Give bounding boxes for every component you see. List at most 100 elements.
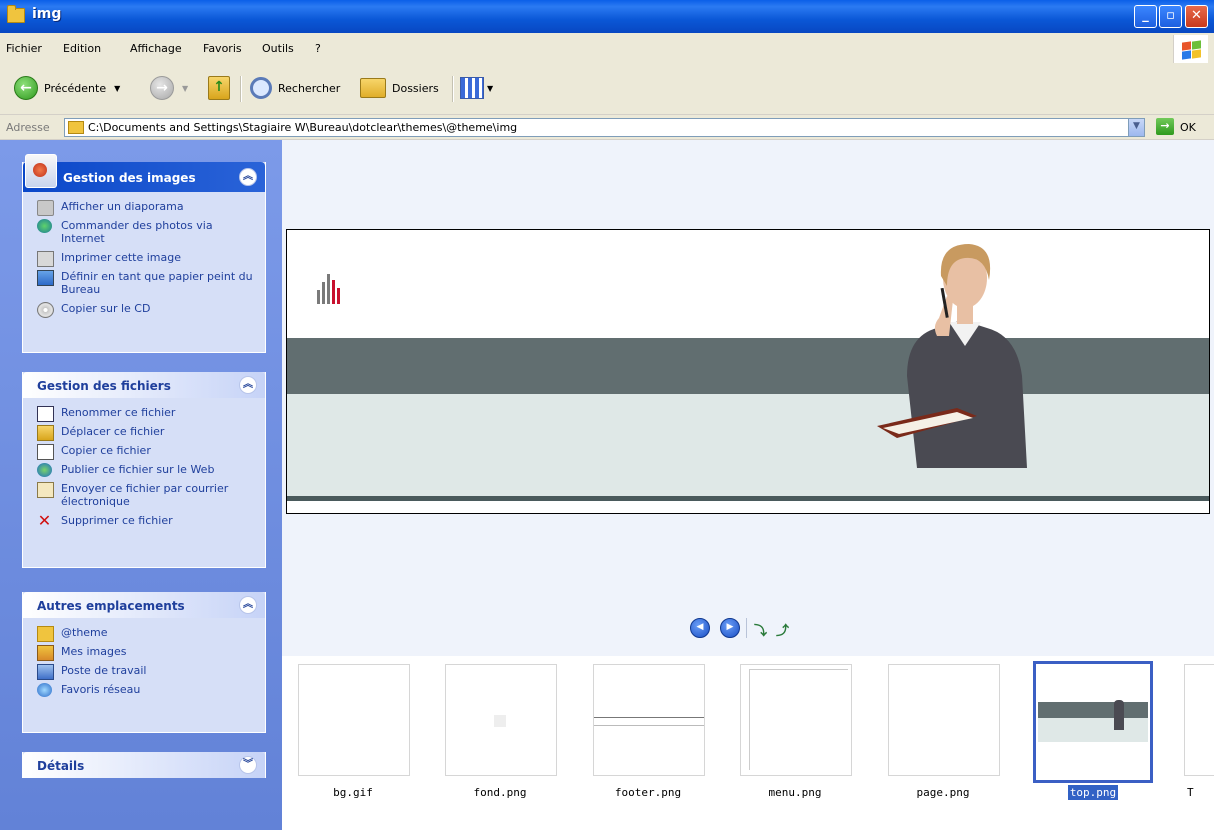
thumbnail-bg-gif[interactable] xyxy=(298,664,410,776)
folders-button[interactable]: Dossiers xyxy=(360,74,439,102)
place-label: @theme xyxy=(61,626,108,639)
toolbar-separator xyxy=(452,76,454,102)
expand-chevron-icon[interactable]: ︾ xyxy=(239,756,257,774)
thumbnail-content xyxy=(749,669,848,770)
site-logo-icon xyxy=(317,268,345,304)
menu-help[interactable]: ? xyxy=(315,42,321,55)
task-label: Déplacer ce fichier xyxy=(61,425,165,438)
task-move[interactable]: Déplacer ce fichier xyxy=(37,425,253,441)
views-button[interactable]: ▼ xyxy=(460,74,493,102)
menu-affichage[interactable]: Affichage xyxy=(130,42,182,55)
image-preview xyxy=(286,229,1210,514)
menu-fichier[interactable]: Fichier xyxy=(6,42,42,55)
collapse-chevron-icon[interactable]: ︽ xyxy=(239,168,257,186)
thumbnail-footer-png[interactable] xyxy=(593,664,705,776)
place-my-computer[interactable]: Poste de travail xyxy=(37,664,253,680)
thumbnail-menu-png[interactable] xyxy=(740,664,852,776)
windows-logo-icon xyxy=(1173,35,1208,63)
move-folder-icon xyxy=(37,425,54,441)
task-copy-cd[interactable]: Copier sur le CD xyxy=(37,302,253,318)
task-print[interactable]: Imprimer cette image xyxy=(37,251,253,267)
thumbnail-partial[interactable] xyxy=(1184,664,1214,776)
other-places-header[interactable]: Autres emplacements ︽ xyxy=(23,592,265,618)
task-label: Imprimer cette image xyxy=(61,251,181,264)
collapse-chevron-icon[interactable]: ︽ xyxy=(239,376,257,394)
menu-outils[interactable]: Outils xyxy=(262,42,294,55)
close-button[interactable]: ✕ xyxy=(1185,5,1208,28)
selected-file-label: top.png xyxy=(1067,785,1119,800)
place-my-pictures[interactable]: Mes images xyxy=(37,645,253,661)
image-tasks-icon xyxy=(25,154,57,188)
address-dropdown-button[interactable]: ▼ xyxy=(1128,118,1145,137)
email-icon xyxy=(37,482,54,498)
task-label: Copier ce fichier xyxy=(61,444,151,457)
task-order-prints[interactable]: Commander des photos via Internet xyxy=(37,219,253,245)
rename-icon xyxy=(37,406,54,422)
folder-icon xyxy=(7,5,25,23)
thumbnail-top-png[interactable] xyxy=(1033,661,1153,783)
thumbnail-content xyxy=(494,715,506,727)
rotate-counterclockwise-icon[interactable]: ⤴ xyxy=(776,620,789,639)
back-button[interactable]: ← Précédente ▼ xyxy=(14,74,120,102)
image-nav-controls: ◀ ▶ ⤵ ⤴ xyxy=(690,618,810,640)
next-image-button[interactable]: ▶ xyxy=(720,618,740,638)
task-rename[interactable]: Renommer ce fichier xyxy=(37,406,253,422)
task-label: Supprimer ce fichier xyxy=(61,514,173,527)
details-header[interactable]: Détails ︾ xyxy=(23,752,265,778)
place-label: Poste de travail xyxy=(61,664,147,677)
delete-icon: ✕ xyxy=(37,511,52,530)
forward-button[interactable]: → ▼ xyxy=(150,74,188,102)
other-places-panel: Autres emplacements ︽ @theme Mes images … xyxy=(22,592,266,733)
thumbnail-content xyxy=(1114,700,1124,730)
file-tasks-header[interactable]: Gestion des fichiers ︽ xyxy=(23,372,265,398)
thumbnail-label[interactable]: bg.gif xyxy=(288,786,418,799)
thumbnail-label[interactable]: page.png xyxy=(878,786,1008,799)
task-pane: Gestion des images ︽ Afficher un diapora… xyxy=(0,140,282,830)
place-theme[interactable]: @theme xyxy=(37,626,253,642)
go-button[interactable]: → xyxy=(1156,118,1174,135)
cd-icon xyxy=(37,302,54,318)
thumbnail-label[interactable]: footer.png xyxy=(583,786,713,799)
printer-icon xyxy=(37,251,54,267)
wallpaper-icon xyxy=(37,270,54,286)
thumbnail-fond-png[interactable] xyxy=(445,664,557,776)
previous-image-button[interactable]: ◀ xyxy=(690,618,710,638)
task-slideshow[interactable]: Afficher un diaporama xyxy=(37,200,253,216)
place-label: Favoris réseau xyxy=(61,683,141,696)
menu-favoris[interactable]: Favoris xyxy=(203,42,242,55)
thumbnail-content xyxy=(594,725,704,726)
minimize-button[interactable]: _ xyxy=(1134,5,1157,28)
chevron-down-icon: ▼ xyxy=(487,83,494,93)
filmstrip: bg.gif fond.png footer.png menu.png page… xyxy=(282,656,1214,830)
thumbnail-content xyxy=(594,717,704,718)
file-tasks-panel: Gestion des fichiers ︽ Renommer ce fichi… xyxy=(22,372,266,568)
task-copy[interactable]: Copier ce fichier xyxy=(37,444,253,460)
up-folder-button[interactable]: ↑ xyxy=(208,74,230,102)
task-publish[interactable]: Publier ce fichier sur le Web xyxy=(37,463,253,477)
task-email[interactable]: Envoyer ce fichier par courrier électron… xyxy=(37,482,253,508)
place-network[interactable]: Favoris réseau xyxy=(37,683,253,697)
preview-bottom-line xyxy=(287,496,1209,501)
menu-edition[interactable]: Edition xyxy=(63,42,101,55)
network-icon xyxy=(37,683,52,697)
go-label[interactable]: OK xyxy=(1180,121,1196,134)
address-field[interactable]: C:\Documents and Settings\Stagiaire W\Bu… xyxy=(64,118,1130,137)
forward-arrow-icon: → xyxy=(150,76,174,100)
image-tasks-header[interactable]: Gestion des images ︽ xyxy=(23,154,265,192)
chevron-down-icon: ▼ xyxy=(182,83,189,93)
task-label: Commander des photos via Internet xyxy=(61,219,213,245)
task-delete[interactable]: ✕ Supprimer ce fichier xyxy=(37,511,253,530)
views-icon xyxy=(460,77,484,99)
task-wallpaper[interactable]: Définir en tant que papier peint du Bure… xyxy=(37,270,253,296)
thumbnail-label[interactable]: T xyxy=(1187,786,1214,799)
title-bar[interactable]: img _ ▫ ✕ xyxy=(0,0,1214,33)
collapse-chevron-icon[interactable]: ︽ xyxy=(239,596,257,614)
maximize-button[interactable]: ▫ xyxy=(1159,5,1182,28)
search-button[interactable]: Rechercher xyxy=(250,74,340,102)
thumbnail-label[interactable]: fond.png xyxy=(435,786,565,799)
thumbnail-label-selected[interactable]: top.png xyxy=(1028,785,1158,800)
rotate-clockwise-icon[interactable]: ⤵ xyxy=(754,620,767,639)
thumbnail-page-png[interactable] xyxy=(888,664,1000,776)
thumbnail-content xyxy=(1038,718,1148,742)
thumbnail-label[interactable]: menu.png xyxy=(730,786,860,799)
